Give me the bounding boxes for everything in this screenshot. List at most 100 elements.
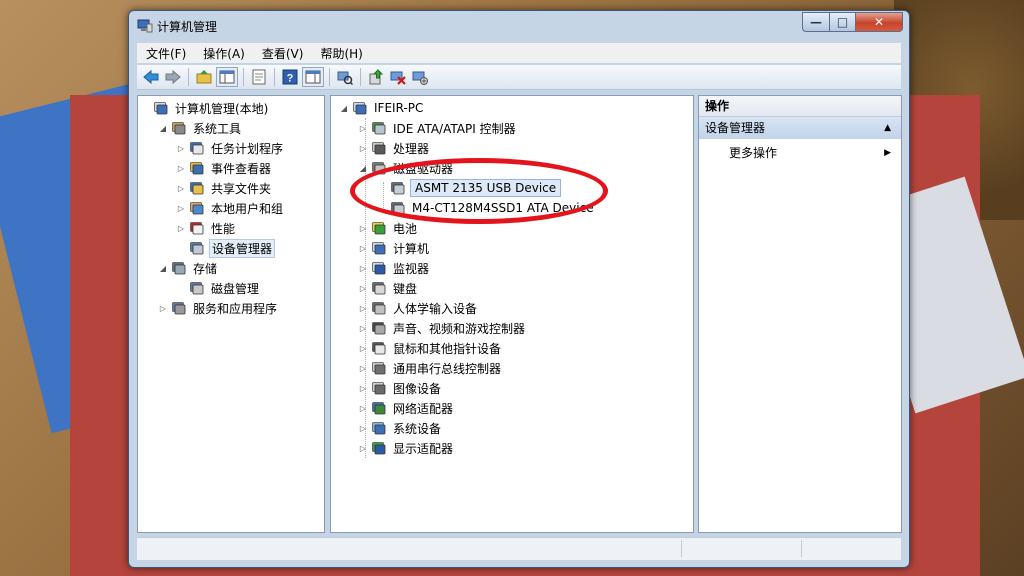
disable-device-icon[interactable]: [387, 67, 409, 87]
expand-arrow-icon[interactable]: ▷: [176, 144, 186, 153]
device-tree-item-row[interactable]: ▷ 声音、视频和游戏控制器: [358, 318, 527, 338]
system-devices-icon: [372, 422, 386, 435]
menu-view[interactable]: 查看(V): [253, 43, 312, 63]
forward-arrow-icon[interactable]: [162, 67, 184, 87]
maximize-button[interactable]: □: [830, 12, 856, 32]
device-tree-item-row[interactable]: ▷ 网络适配器: [358, 398, 455, 418]
device-tree-item-row[interactable]: M4-CT128M4SSD1 ATA Device: [377, 198, 596, 218]
device-tree-item-row[interactable]: ▷ 键盘: [358, 278, 419, 298]
menu-action[interactable]: 操作(A): [194, 43, 253, 63]
disk-drive-icon: [372, 162, 386, 175]
expand-arrow-icon[interactable]: ▷: [358, 344, 368, 353]
device-tree-item-row[interactable]: ◢ 磁盘驱动器: [358, 158, 455, 178]
properties-icon[interactable]: [248, 67, 270, 87]
minimize-button[interactable]: —: [802, 12, 830, 32]
expand-arrow-icon[interactable]: ▷: [358, 224, 368, 233]
submenu-arrow-icon: ▶: [884, 148, 891, 158]
expand-arrow-icon[interactable]: ▷: [358, 244, 368, 253]
expand-arrow-icon[interactable]: ▷: [176, 224, 186, 233]
collapse-arrow-icon[interactable]: ◢: [158, 124, 168, 133]
device-tree-item-row[interactable]: ▷ 电池: [358, 218, 419, 238]
more-actions-item[interactable]: 更多操作 ▶: [729, 144, 901, 162]
menu-file[interactable]: 文件(F): [137, 43, 194, 63]
console-tree-item-row[interactable]: 计算机管理(本地): [140, 98, 270, 118]
console-tree-item-row[interactable]: 磁盘管理: [176, 278, 261, 298]
expand-arrow-icon[interactable]: ▷: [358, 404, 368, 413]
mouse-icon: [372, 342, 386, 355]
menu-bar: 文件(F) 操作(A) 查看(V) 帮助(H): [137, 43, 901, 63]
expand-arrow-icon[interactable]: ▷: [358, 284, 368, 293]
console-tree-item-row[interactable]: ▷ 事件查看器: [176, 158, 273, 178]
expand-arrow-icon[interactable]: ▷: [358, 124, 368, 133]
expand-arrow-icon[interactable]: ▷: [358, 144, 368, 153]
device-tree-pane[interactable]: ◢ IFEIR-PC ▷ IDE ATA/ATAPI 控制器 ▷ 处理器 ◢ 磁盘驱动…: [330, 95, 694, 533]
expand-arrow-icon[interactable]: ▷: [158, 304, 168, 313]
back-arrow-icon[interactable]: [140, 67, 162, 87]
actions-section-device-manager[interactable]: 设备管理器 ▲: [699, 117, 901, 139]
expand-arrow-icon[interactable]: ▷: [176, 164, 186, 173]
close-button[interactable]: ✕: [856, 12, 903, 32]
collapse-arrow-icon[interactable]: ◢: [358, 164, 368, 173]
device-tree-item-row[interactable]: ▷ 鼠标和其他指针设备: [358, 338, 503, 358]
console-tree-item-row[interactable]: 设备管理器: [176, 238, 276, 258]
device-tree-item-row[interactable]: ▷ 监视器: [358, 258, 431, 278]
device-tree-item-row[interactable]: ▷ 系统设备: [358, 418, 443, 438]
expand-arrow-icon[interactable]: ▷: [358, 264, 368, 273]
console-tree-item-row[interactable]: ▷ 本地用户和组: [176, 198, 285, 218]
console-tree-item-row[interactable]: ◢ 系统工具: [158, 118, 243, 138]
expand-arrow-icon[interactable]: ▷: [358, 324, 368, 333]
collapse-arrow-icon[interactable]: ◢: [339, 104, 349, 113]
device-tree-item-label: 鼠标和其他指针设备: [393, 341, 502, 356]
collapse-up-icon[interactable]: ▲: [884, 117, 891, 139]
device-tree-item-row[interactable]: ▷ 图像设备: [358, 378, 443, 398]
disk-management-icon: [190, 282, 204, 295]
menu-help[interactable]: 帮助(H): [311, 43, 370, 63]
toolbar: ?: [137, 65, 901, 90]
device-tree-item-label: 监视器: [393, 261, 430, 276]
console-tree-item-row[interactable]: ▷ 服务和应用程序: [158, 298, 279, 318]
svg-text:?: ?: [287, 73, 294, 85]
device-tree-item-label: 磁盘驱动器: [393, 161, 454, 176]
actions-section-label: 设备管理器: [705, 121, 766, 135]
expand-arrow-icon[interactable]: ▷: [358, 364, 368, 373]
help-icon[interactable]: ?: [279, 67, 301, 87]
console-tree-pane[interactable]: 计算机管理(本地) ◢ 系统工具 ▷ 任务计划程序 ▷ 事件查看器 ▷ 共享文件夹 ▷ 本…: [137, 95, 325, 533]
device-tree-item-row[interactable]: ◢ IFEIR-PC: [339, 98, 425, 118]
expand-arrow-icon[interactable]: ▷: [358, 304, 368, 313]
title-bar[interactable]: 计算机管理 — □ ✕: [129, 11, 909, 41]
computer-management-icon: [137, 19, 153, 33]
computer-management-window: 计算机管理 — □ ✕ 文件(F) 操作(A) 查看(V) 帮助(H) ? 计算…: [128, 10, 910, 568]
expand-arrow-icon[interactable]: ▷: [176, 204, 186, 213]
device-tree-item-row[interactable]: ▷ IDE ATA/ATAPI 控制器: [358, 118, 518, 138]
console-tree-item-row[interactable]: ▷ 共享文件夹: [176, 178, 273, 198]
collapse-arrow-icon[interactable]: ◢: [158, 264, 168, 273]
up-folder-icon[interactable]: [193, 67, 215, 87]
device-tree-item-row[interactable]: ▷ 处理器: [358, 138, 431, 158]
device-tree-item-label: 电池: [393, 221, 418, 236]
console-tree-item-row[interactable]: ▷ 性能: [176, 218, 237, 238]
show-action-icon[interactable]: [302, 67, 324, 87]
device-tree-item-row[interactable]: ▷ 显示适配器: [358, 438, 455, 458]
scan-hardware-icon[interactable]: [334, 67, 356, 87]
device-tree-item-row[interactable]: ▷ 通用串行总线控制器: [358, 358, 503, 378]
uninstall-device-icon[interactable]: [409, 67, 431, 87]
update-driver-icon[interactable]: [365, 67, 387, 87]
console-tree-item-row[interactable]: ◢ 存储: [158, 258, 219, 278]
show-tree-icon[interactable]: [216, 67, 238, 87]
expand-arrow-icon[interactable]: ▷: [358, 444, 368, 453]
ide-controller-icon: [372, 122, 386, 135]
expand-arrow-icon[interactable]: ▷: [176, 184, 186, 193]
keyboard-icon: [372, 282, 386, 295]
expand-arrow-icon[interactable]: ▷: [358, 424, 368, 433]
shared-folders-icon: [190, 182, 204, 195]
storage-icon: [172, 262, 186, 275]
device-tree-item-label: M4-CT128M4SSD1 ATA Device: [412, 201, 594, 215]
performance-icon: [190, 222, 204, 235]
device-tree-item-row[interactable]: ASMT 2135 USB Device: [377, 178, 562, 198]
expand-arrow-icon[interactable]: ▷: [358, 384, 368, 393]
device-manager-icon: [190, 242, 204, 255]
device-tree-item-row[interactable]: ▷ 计算机: [358, 238, 431, 258]
console-tree-item-label: 事件查看器: [211, 161, 272, 176]
device-tree-item-row[interactable]: ▷ 人体学输入设备: [358, 298, 479, 318]
console-tree-item-row[interactable]: ▷ 任务计划程序: [176, 138, 285, 158]
